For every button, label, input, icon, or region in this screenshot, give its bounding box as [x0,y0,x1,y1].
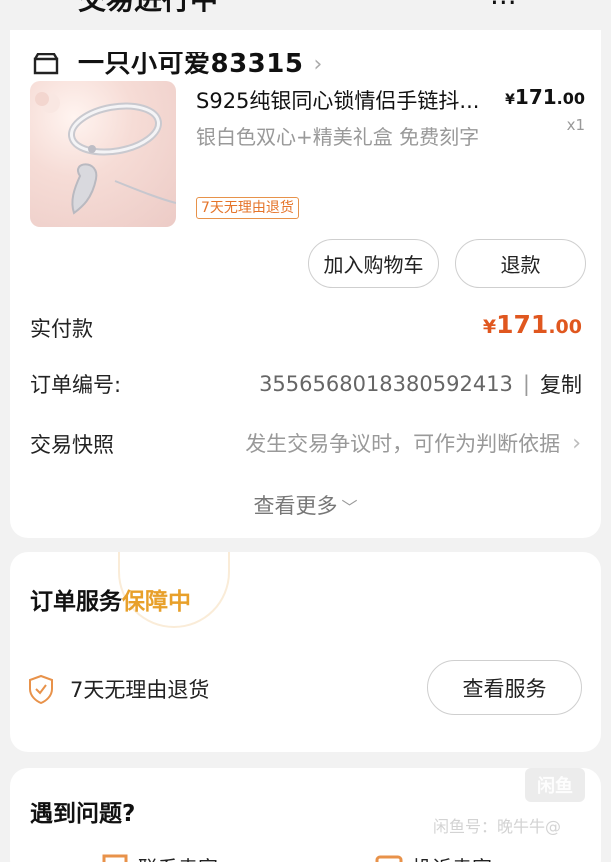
price-integer: 171 [514,85,557,109]
snapshot-hint: 发生交易争议时，可作为判断依据 [245,432,561,456]
divider: | [522,372,530,396]
add-to-cart-button[interactable]: 加入购物车 [308,239,439,288]
snapshot-row[interactable]: 发生交易争议时，可作为判断依据 › [245,428,581,458]
shop-row[interactable]: 一只小可爱83315 › [32,51,323,77]
service-title: 订单服务保障中 [30,582,191,616]
chevron-right-icon: › [313,51,323,77]
paid-decimal: .00 [548,316,582,338]
price-decimal: .00 [556,89,585,108]
copy-button[interactable]: 复制 [540,369,582,399]
watermark-text: 闲鱼号：晚牛牛@ [433,817,562,836]
contact-seller-button[interactable]: 联系卖家 [138,852,218,862]
currency-symbol: ¥ [505,92,515,108]
shop-name[interactable]: 一只小可爱83315 [78,52,303,76]
product-title[interactable]: S925纯银同心锁情侣手链抖... [196,85,496,115]
complain-seller-button[interactable]: 投诉卖家 [412,852,492,862]
chevron-right-icon: › [572,430,581,456]
chat-icon [100,854,130,862]
service-status: 保障中 [122,589,191,615]
paid-integer: 171 [496,310,549,339]
shop-icon [32,53,60,75]
see-more-label: 查看更多 [253,494,338,518]
currency-symbol: ¥ [482,316,497,338]
service-title-text: 订单服务 [30,589,122,615]
order-number-row: 3556568018380592413 | 复制 [259,369,582,399]
see-more-button[interactable]: 查看更多 ﹀ [10,490,601,520]
order-number-label: 订单编号: [30,373,122,397]
top-bar: 交易进行中 ... [0,0,611,30]
service-item-label: 7天无理由退货 [70,678,210,702]
watermark-logo: 闲鱼 [525,768,585,802]
return-policy-tag: 7天无理由退货 [196,197,299,219]
paid-amount: ¥171.00 [483,310,582,339]
product-price: ¥171.00 [505,85,585,109]
snapshot-label: 交易快照 [30,433,114,457]
problem-title: 遇到问题? [30,801,136,827]
watermark-logo-text: 闲鱼 [537,776,573,797]
order-number-value: 3556568018380592413 [259,372,513,396]
product-image[interactable] [30,81,176,227]
shield-check-icon [28,674,54,708]
more-menu[interactable]: ... [490,0,517,11]
product-spec: 银白色双心+精美礼盒 免费刻字 [196,125,480,149]
complaint-icon [374,854,404,862]
problem-card: 遇到问题? 闲鱼 闲鱼号：晚牛牛@ 联系卖家 投诉卖家 [10,768,601,862]
view-service-button[interactable]: 查看服务 [427,660,582,715]
product-quantity: x1 [566,116,585,134]
page-title: 交易进行中 [78,0,218,18]
chevron-down-icon: ﹀ [341,498,358,517]
refund-button[interactable]: 退款 [455,239,586,288]
order-card: 一只小可爱83315 › S925纯银同心锁情侣手链抖... ¥171.00 x… [10,30,601,538]
paid-label: 实付款 [30,317,93,341]
service-card: 订单服务保障中 7天无理由退货 查看服务 [10,552,601,752]
